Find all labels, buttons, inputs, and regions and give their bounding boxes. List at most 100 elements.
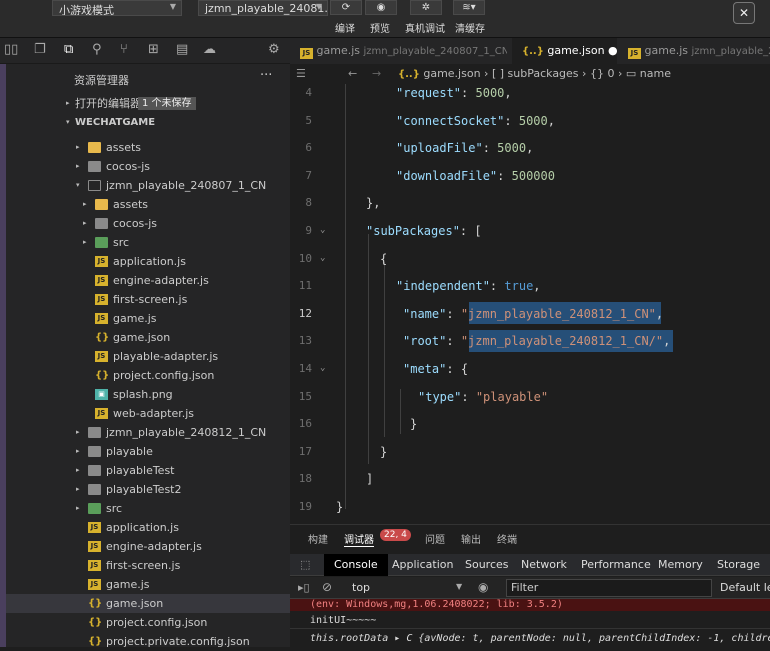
tab-debugger[interactable]: 调试器 — [344, 531, 374, 547]
tree-item[interactable]: ▸assets — [6, 138, 290, 157]
tree-item[interactable]: {}project.private.config.json — [6, 632, 290, 651]
extensions-icon[interactable]: ⊞ — [148, 43, 159, 57]
tree-item[interactable]: JSplayable-adapter.js — [6, 347, 290, 366]
tree-item[interactable]: {}project.config.json — [6, 366, 290, 385]
breadcrumb-item[interactable]: name — [640, 67, 671, 80]
console-filter-input[interactable]: Filter — [506, 579, 712, 597]
tree-item[interactable]: JSfirst-screen.js — [6, 290, 290, 309]
clear-cache-button[interactable]: ≋▾ — [453, 0, 485, 15]
tree-item[interactable]: ▸src — [6, 233, 290, 252]
chevron-down-icon[interactable]: ▼ — [456, 582, 462, 591]
compile-mode-select[interactable]: jzmn_playable_24081... ▼ — [198, 0, 328, 16]
devtools-tab-application[interactable]: Application — [386, 554, 459, 576]
chevron-right-icon[interactable]: ▸ — [76, 442, 80, 461]
code-editor[interactable]: 4"request": 5000,5"connectSocket": 5000,… — [290, 84, 770, 524]
tree-item[interactable]: ▸jzmn_playable_240812_1_CN — [6, 423, 290, 442]
tree-item[interactable]: ▸playableTest — [6, 461, 290, 480]
chevron-right-icon[interactable]: ▸ — [76, 138, 80, 157]
tree-item[interactable]: JSengine-adapter.js — [6, 271, 290, 290]
chevron-right-icon[interactable]: ▸ — [76, 499, 80, 518]
line-number: 12 — [290, 307, 312, 320]
devtools-tab-memory[interactable]: Memory — [652, 554, 709, 576]
tab-label: game.js — [645, 44, 689, 57]
tree-item-label: first-screen.js — [113, 290, 187, 309]
devtools-tab-storage[interactable]: Storage — [711, 554, 766, 576]
fold-chevron-icon[interactable]: ⌄ — [320, 225, 325, 235]
tree-item[interactable]: JSengine-adapter.js — [6, 537, 290, 556]
fold-chevron-icon[interactable]: ⌄ — [320, 253, 325, 263]
log-levels-select[interactable]: Default levels — [720, 581, 770, 594]
tab-problems[interactable]: 问题 — [425, 531, 445, 546]
devtools-tab-console[interactable]: Console — [324, 554, 388, 576]
list-icon[interactable]: ☰ — [296, 64, 306, 84]
fold-chevron-icon[interactable]: ⌄ — [320, 363, 325, 373]
cloud-icon[interactable]: ☁ — [203, 43, 216, 57]
tab-terminal[interactable]: 终端 — [497, 531, 517, 546]
unsaved-dot-icon[interactable]: ● — [608, 44, 617, 57]
compile-button[interactable]: ⟳ — [330, 0, 362, 15]
tree-item[interactable]: {}game.json — [6, 594, 290, 613]
js-file-icon: JS — [88, 541, 101, 552]
tree-item[interactable]: ▸playable — [6, 442, 290, 461]
settings-icon[interactable]: ⚙ — [268, 43, 280, 57]
more-icon[interactable]: ··· — [260, 68, 272, 83]
open-editors-section[interactable]: ▸ 打开的编辑器 1 个未保存 — [6, 94, 290, 113]
remote-debug-button[interactable]: ✲ — [410, 0, 442, 15]
tab-game-js-240807[interactable]: JS game.js jzmn_playable_240807_1_CN — [290, 38, 507, 64]
chevron-right-icon[interactable]: ▸ — [83, 214, 87, 233]
new-window-icon[interactable]: ❐ — [34, 43, 46, 57]
debug-icon[interactable]: ▤ — [176, 43, 188, 57]
tree-item[interactable]: ▸playableTest2 — [6, 480, 290, 499]
tree-item[interactable]: {}game.json — [6, 328, 290, 347]
files-icon[interactable]: ⧉ — [64, 43, 73, 57]
search-icon[interactable]: ⚲ — [92, 43, 102, 57]
tab-output[interactable]: 输出 — [461, 531, 481, 546]
tree-item[interactable]: ▸cocos-js — [6, 157, 290, 176]
mode-select[interactable]: 小游戏模式 ▼ — [52, 0, 182, 16]
source-control-icon[interactable]: ⑂ — [120, 43, 128, 57]
tree-item[interactable]: JSapplication.js — [6, 252, 290, 271]
js-file-icon: JS — [95, 275, 108, 286]
tree-item[interactable]: JSweb-adapter.js — [6, 404, 290, 423]
chevron-right-icon[interactable]: ▸ — [76, 423, 80, 442]
expand-collapse-icon[interactable]: ✕ — [733, 2, 755, 24]
tree-item[interactable]: ▸cocos-js — [6, 214, 290, 233]
tree-item-label: application.js — [113, 252, 186, 271]
tree-item[interactable]: {}project.config.json — [6, 613, 290, 632]
breadcrumb-item[interactable]: {} 0 — [590, 67, 615, 80]
breadcrumb-item[interactable]: [ ] subPackages — [492, 67, 579, 80]
chevron-right-icon[interactable]: ▸ — [76, 480, 80, 499]
tab-game-js-240812[interactable]: JS game.js jzmn_playable_240812_1_CN — [620, 38, 770, 64]
breadcrumb-items: {..} game.json › [ ] subPackages › {} 0 … — [398, 64, 671, 85]
js-file-icon: JS — [95, 313, 108, 324]
chevron-right-icon[interactable]: ▸ — [83, 233, 87, 252]
tree-item[interactable]: ▸assets — [6, 195, 290, 214]
devtools-tab-network[interactable]: Network — [515, 554, 573, 576]
panel-left-icon[interactable]: ▯▯ — [4, 43, 18, 57]
forward-arrow-icon[interactable]: → — [372, 64, 381, 84]
back-arrow-icon[interactable]: ← — [348, 64, 357, 84]
sidebar-toggle-icon[interactable]: ▸▯ — [298, 581, 310, 594]
clear-console-icon[interactable]: ⊘ — [322, 580, 332, 594]
workspace-section[interactable]: ▾ WECHATGAME — [6, 113, 290, 132]
tree-item[interactable]: JSfirst-screen.js — [6, 556, 290, 575]
tab-build[interactable]: 构建 — [308, 531, 328, 546]
chevron-right-icon[interactable]: ▸ — [76, 157, 80, 176]
chevron-right-icon[interactable]: ▸ — [76, 461, 80, 480]
eye-icon[interactable]: ◉ — [478, 580, 488, 594]
breadcrumb-item[interactable]: game.json — [423, 67, 480, 80]
context-select[interactable]: top — [352, 581, 370, 594]
tree-item[interactable]: JSapplication.js — [6, 518, 290, 537]
tree-item[interactable]: JSgame.js — [6, 309, 290, 328]
chevron-down-icon[interactable]: ▾ — [76, 176, 80, 195]
preview-button[interactable]: ◉ — [365, 0, 397, 15]
tree-item[interactable]: ▾jzmn_playable_240807_1_CN — [6, 176, 290, 195]
tree-item[interactable]: ▸src — [6, 499, 290, 518]
chevron-right-icon[interactable]: ▸ — [83, 195, 87, 214]
devtools-tab-sources[interactable]: Sources — [459, 554, 515, 576]
inspect-icon[interactable]: ⬚ — [294, 554, 316, 576]
tree-item[interactable]: JSgame.js — [6, 575, 290, 594]
tree-item[interactable]: ▣splash.png — [6, 385, 290, 404]
devtools-tab-performance[interactable]: Performance — [575, 554, 657, 576]
tab-game-json[interactable]: {..} game.json ● — [512, 38, 617, 64]
